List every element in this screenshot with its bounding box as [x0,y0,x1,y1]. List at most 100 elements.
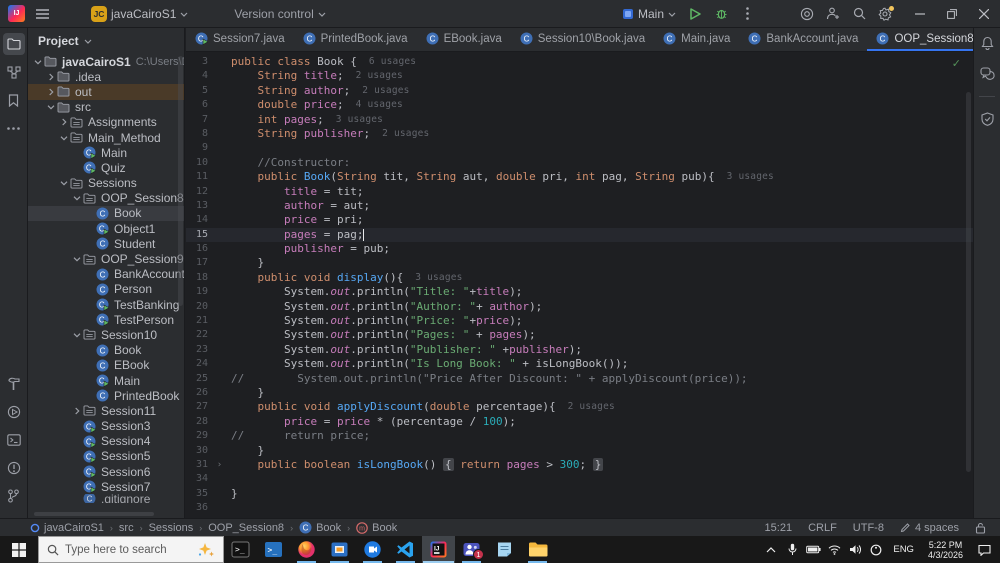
project-widget[interactable]: JC javaCairoS1 [85,3,194,25]
code-line-3[interactable]: 3 public class Book {6 usages [186,55,973,69]
code-line-19[interactable]: 19 System.out.println("Title: "+title); [186,285,973,299]
tree-item-printedbook[interactable]: C PrintedBook [28,388,184,403]
taskbar-app-file-explorer-icon[interactable] [521,536,554,563]
tree-item-assignments[interactable]: Assignments [28,115,184,130]
structure-tool-window-icon[interactable] [3,61,25,83]
taskbar-app-vs-code-icon[interactable] [389,536,422,563]
code-line-17[interactable]: 17 } [186,256,973,270]
ai-assistant-at-icon[interactable] [794,3,820,25]
code-line-14[interactable]: 14 price = pri; [186,213,973,227]
code-line-24[interactable]: 24 System.out.println("Is Long Book: " +… [186,357,973,371]
taskbar-app-virtual-machine-app-icon[interactable] [323,536,356,563]
tree-item-src[interactable]: src [28,100,184,115]
tab-ebook-java[interactable]: C EBook.java [417,28,511,51]
editor-scrollbar[interactable] [966,92,971,472]
tree-item-main[interactable]: C Main [28,145,184,160]
chevron-down-icon[interactable] [84,37,92,45]
window-restore-button[interactable] [936,0,968,28]
tree-item-session7[interactable]: C Session7 [28,479,184,494]
tree-item-testbanking[interactable]: C TestBanking [28,297,184,312]
chevron-collapsed-icon[interactable] [45,73,56,81]
problems-tool-window-icon[interactable] [3,457,25,479]
code-line-20[interactable]: 20 System.out.println("Author: "+ author… [186,300,973,314]
bookmarks-tool-window-icon[interactable] [3,89,25,111]
chevron-expanded-icon[interactable] [71,255,82,263]
code-line-29[interactable]: 29 // return price; [186,429,973,443]
tree-item-main[interactable]: C Main [28,373,184,388]
code-line-4[interactable]: 4 String title; 2 usages [186,69,973,83]
tree-item-quiz[interactable]: C Quiz [28,160,184,175]
code-line-26[interactable]: 26 } [186,386,973,400]
tab-session10-book-java[interactable]: C Session10\Book.java [511,28,654,51]
usages-inlay-hint[interactable]: 3 usages [336,113,383,127]
usages-inlay-hint[interactable]: 4 usages [356,98,403,112]
tray-chevron-up-icon[interactable] [762,536,780,563]
volume-icon[interactable] [846,536,864,563]
tab-printedbook-java[interactable]: C PrintedBook.java [294,28,417,51]
taskbar-app-powershell-icon[interactable]: >_ [257,536,290,563]
breadcrumb-src[interactable]: src [119,522,134,534]
tree-item-session5[interactable]: C Session5 [28,449,184,464]
usages-inlay-hint[interactable]: 2 usages [362,84,409,98]
tree-item-oop-session8[interactable]: OOP_Session8 [28,191,184,206]
code-line-25[interactable]: 25 // System.out.println("Price After Dis… [186,372,973,386]
breadcrumb-oop-session8[interactable]: OOP_Session8 [208,522,284,534]
tree-item-book[interactable]: C Book [28,205,184,222]
start-button[interactable] [0,536,38,563]
breadcrumb-book[interactable]: m Book [356,522,397,534]
ai-chat-tool-window-icon[interactable] [976,63,998,85]
taskbar-clock[interactable]: 5:22 PM 4/3/2026 [922,540,969,560]
taskbar-app-teams-icon[interactable]: 1 [455,536,488,563]
action-center-icon[interactable] [972,536,996,563]
tree-item-session4[interactable]: C Session4 [28,434,184,449]
project-horizontal-scrollbar[interactable] [34,512,154,516]
code-line-30[interactable]: 30 } [186,444,973,458]
breadcrumb-book[interactable]: C Book [299,521,341,534]
code-line-34[interactable]: 34 [186,472,973,486]
chevron-expanded-icon[interactable] [32,58,43,66]
chevron-collapsed-icon[interactable] [45,88,56,96]
tree-item-object1[interactable]: C Object1 [28,221,184,236]
terminal-tool-window-icon[interactable] [3,429,25,451]
code-line-8[interactable]: 8 String publisher; 2 usages [186,127,973,141]
usages-inlay-hint[interactable]: 6 usages [369,55,416,69]
chevron-expanded-icon[interactable] [45,103,56,111]
code-line-35[interactable]: 35} [186,487,973,501]
run-configuration-widget[interactable]: Main [616,3,682,25]
line-separator[interactable]: CRLF [808,522,837,534]
chevron-expanded-icon[interactable] [71,331,82,339]
taskbar-app-firefox-icon[interactable] [290,536,323,563]
chevron-collapsed-icon[interactable] [71,407,82,415]
project-tool-window-button[interactable] [2,33,25,55]
code-line-36[interactable]: 36 [186,501,973,515]
code-line-11[interactable]: 11 public Book(String tit, String aut, d… [186,170,973,184]
more-actions-kebab-icon[interactable] [734,3,760,25]
git-tool-window-icon[interactable] [3,485,25,507]
tree-item-javacairos1[interactable]: javaCairoS1C:\Users\DELL\J [28,54,184,69]
chevron-collapsed-icon[interactable] [58,118,69,126]
caret-position[interactable]: 15:21 [765,522,793,534]
battery-icon[interactable] [804,536,822,563]
tree-item-bankaccount[interactable]: C BankAccount [28,267,184,282]
breadcrumb-javacairos1[interactable]: javaCairoS1 [30,522,104,534]
fold-chevron-icon[interactable]: › [208,458,231,472]
taskbar-app-command-prompt-icon[interactable]: >_ [224,536,257,563]
tree-item-oop-session9[interactable]: OOP_Session9 [28,251,184,266]
debug-button[interactable] [708,3,734,25]
tree-item-testperson[interactable]: C TestPerson [28,312,184,327]
tab-session7-java[interactable]: C Session7.java [186,28,294,51]
code-line-31[interactable]: 31 › public boolean isLongBook() { return… [186,457,973,472]
code-line-22[interactable]: 22 System.out.println("Pages: " + pages)… [186,328,973,342]
taskbar-app-screen-recorder-icon[interactable] [356,536,389,563]
notifications-bell-icon[interactable] [976,32,998,54]
learn-shield-icon[interactable] [976,108,998,130]
chevron-expanded-icon[interactable] [71,194,82,202]
unlock-icon[interactable] [975,522,986,534]
build-tool-window-icon[interactable] [3,373,25,395]
code-editor[interactable]: 3 public class Book {6 usages 4 String tit… [186,52,973,518]
project-vertical-scrollbar[interactable] [178,56,183,306]
microphone-icon[interactable] [783,536,801,563]
inspections-ok-icon[interactable]: ✓ [952,57,961,70]
tree-item-ebook[interactable]: C EBook [28,358,184,373]
file-encoding[interactable]: UTF-8 [853,522,884,534]
